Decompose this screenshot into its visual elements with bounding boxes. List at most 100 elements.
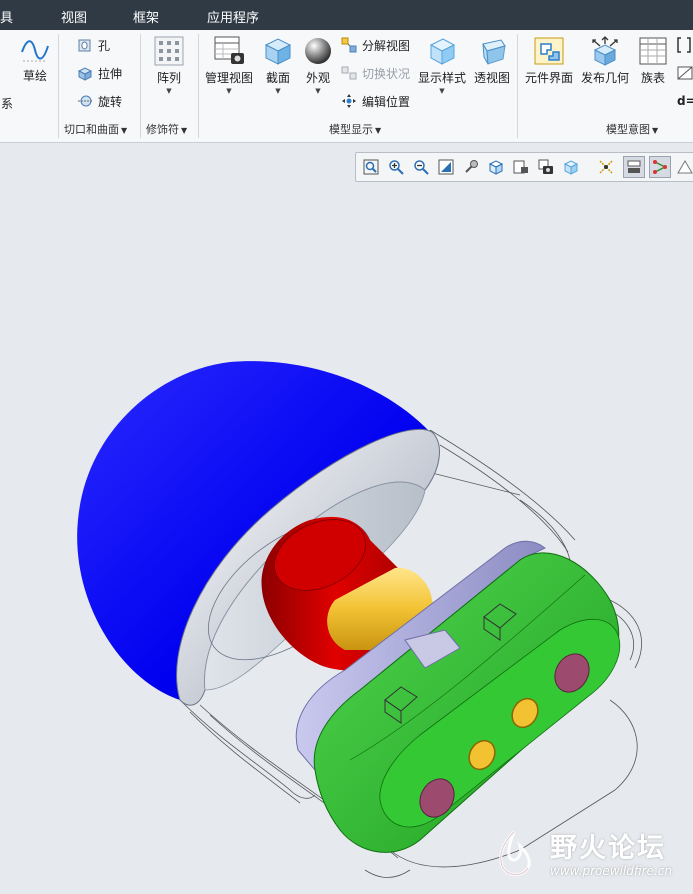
display-style-cube-icon — [563, 160, 579, 175]
separator — [198, 34, 199, 138]
publish-geometry-icon — [592, 36, 618, 66]
modifiers-group-title[interactable]: 修饰符 ▼ — [146, 121, 187, 137]
revolve-button[interactable]: 旋转 — [77, 91, 122, 111]
graphics-viewport[interactable] — [0, 180, 693, 891]
extrude-icon — [77, 67, 93, 81]
menu-bar: 具 视图 框架 应用程序 — [0, 0, 693, 30]
publish-geometry-label: 发布几何 — [580, 71, 629, 85]
pattern-icon — [154, 36, 184, 66]
spin-center-button[interactable] — [461, 157, 481, 177]
switch-dimensions-icon — [677, 66, 693, 80]
zoom-out-icon — [414, 160, 429, 175]
extrude-label: 拉伸 — [98, 66, 123, 81]
separator — [517, 34, 518, 138]
refit-icon — [363, 159, 379, 175]
view-manager-button[interactable] — [511, 157, 531, 177]
coordinate-system-label: 系 — [0, 97, 13, 111]
parameters-button[interactable] — [677, 35, 693, 55]
manage-views-icon — [214, 36, 244, 64]
repaint-button[interactable] — [436, 157, 456, 177]
spin-center-icon — [465, 160, 478, 173]
family-table-icon — [639, 37, 667, 65]
refit-button[interactable] — [361, 157, 381, 177]
view-manager-icon — [513, 160, 528, 174]
brackets-icon — [677, 37, 691, 53]
menu-applications[interactable]: 应用程序 — [207, 7, 259, 26]
publish-geometry-button[interactable]: 发布几何 — [580, 36, 630, 86]
exploded-view-button[interactable]: 分解视图 — [341, 35, 410, 55]
switch-dimensions-button[interactable] — [677, 63, 693, 83]
appearance-sphere-icon — [305, 38, 331, 64]
datum-display-button[interactable] — [596, 157, 616, 177]
hole-label: 孔 — [98, 38, 111, 53]
display-style-icon — [429, 38, 456, 65]
saved-orientations-icon — [488, 160, 504, 175]
sketch-label: 草绘 — [22, 69, 47, 83]
perspective-label: 透视图 — [473, 71, 510, 85]
edit-position-label: 编辑位置 — [362, 94, 411, 109]
revolve-icon — [78, 95, 92, 107]
watermark-text: 野火论坛 — [550, 833, 666, 864]
camera-icon — [538, 159, 553, 174]
network-display-button[interactable] — [649, 156, 671, 178]
section-dropdown-icon[interactable]: ▼ — [262, 87, 294, 95]
sketch-button[interactable]: 草绘 — [18, 36, 52, 84]
hole-button[interactable]: 孔 — [77, 35, 110, 55]
zoom-out-button[interactable] — [411, 157, 431, 177]
warning-display-button[interactable] — [675, 157, 693, 177]
appearance-label: 外观 — [305, 71, 330, 85]
edit-position-icon — [342, 94, 356, 108]
exploded-view-label: 分解视图 — [362, 38, 411, 53]
network-icon — [653, 160, 667, 174]
repaint-icon — [438, 159, 454, 175]
pattern-label: 阵列 — [156, 71, 181, 85]
appearance-button[interactable]: 外观 ▼ — [302, 36, 334, 95]
manage-views-button[interactable]: 管理视图 ▼ — [204, 36, 254, 95]
datum-display-icon — [599, 160, 613, 174]
coordinate-system-button[interactable]: 系 — [0, 92, 14, 112]
exploded-view-icon — [341, 37, 357, 53]
separator — [58, 34, 59, 138]
menu-framework[interactable]: 框架 — [133, 7, 159, 26]
pattern-button[interactable]: 阵列 ▼ — [150, 36, 188, 95]
section-label: 截面 — [265, 71, 290, 85]
annotation-display-icon — [627, 160, 641, 173]
separator — [140, 34, 141, 138]
model-graphic — [77, 361, 642, 878]
component-interface-button[interactable]: 元件界面 — [523, 36, 575, 86]
toggle-status-button[interactable]: 切换状况 — [341, 63, 410, 83]
section-icon — [264, 38, 292, 65]
zoom-in-button[interactable] — [386, 157, 406, 177]
annotation-display-button[interactable] — [623, 156, 645, 178]
perspective-button[interactable]: 透视图 — [472, 36, 512, 86]
revolve-label: 旋转 — [98, 94, 123, 109]
cuts-group-title[interactable]: 切口和曲面 ▼ — [64, 121, 127, 137]
component-interface-icon — [534, 37, 564, 65]
display-style-label: 显示样式 — [417, 71, 466, 85]
section-button[interactable]: 截面 ▼ — [262, 36, 294, 95]
saved-orientations-button[interactable] — [486, 157, 506, 177]
model-intent-group-title[interactable]: 模型意图 ▼ — [606, 121, 658, 137]
pattern-dropdown-icon[interactable]: ▼ — [150, 87, 188, 95]
flame-logo-icon — [499, 830, 531, 876]
family-table-label: 族表 — [640, 71, 665, 85]
triangle-icon — [677, 160, 693, 174]
menu-view[interactable]: 视图 — [61, 7, 87, 26]
display-style-dropdown-icon[interactable]: ▼ — [416, 87, 468, 95]
display-style-view-button[interactable] — [561, 157, 581, 177]
saved-views-camera-button[interactable] — [536, 157, 556, 177]
relations-button[interactable]: d= — [677, 91, 693, 111]
manage-views-dropdown-icon[interactable]: ▼ — [204, 87, 254, 95]
menu-tools[interactable]: 具 — [0, 7, 13, 26]
graphics-toolbar — [355, 152, 693, 182]
display-style-button[interactable]: 显示样式 ▼ — [416, 36, 468, 95]
edit-position-button[interactable]: 编辑位置 — [341, 91, 410, 111]
watermark-url: www.proewildfire.cn — [550, 864, 672, 878]
zoom-in-icon — [389, 160, 404, 175]
component-interface-label: 元件界面 — [524, 71, 573, 85]
appearance-dropdown-icon[interactable]: ▼ — [302, 87, 334, 95]
ribbon: 系 草绘 孔 拉伸 旋转 切口和曲面 ▼ 阵列 ▼ 修饰符 ▼ 管理视图 ▼ 截… — [0, 30, 693, 143]
model-display-group-title[interactable]: 模型显示 ▼ — [329, 121, 381, 137]
extrude-button[interactable]: 拉伸 — [77, 63, 122, 83]
family-table-button[interactable]: 族表 — [636, 36, 670, 86]
